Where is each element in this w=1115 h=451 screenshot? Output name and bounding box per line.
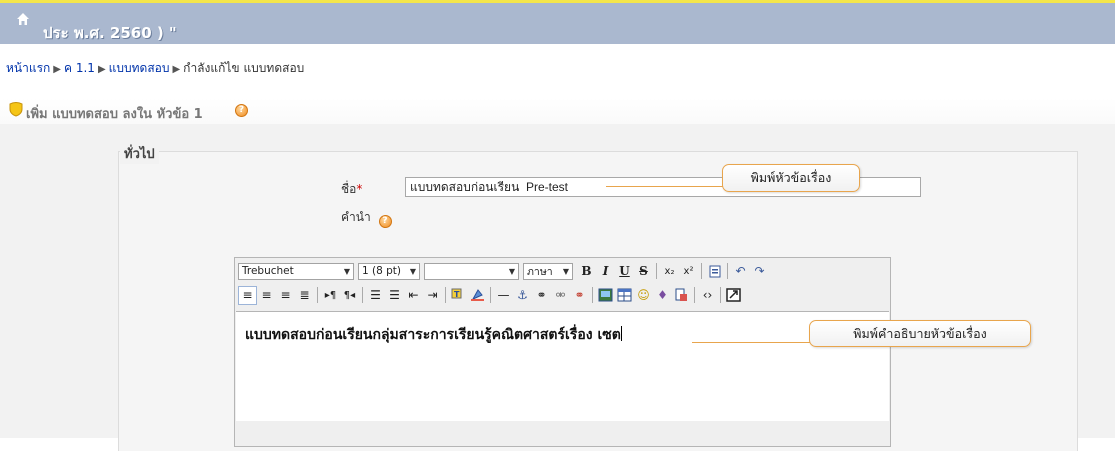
breadcrumb-separator: ▶ [97,64,106,75]
toolbar-divider [727,263,728,279]
font-family-select[interactable]: Trebuchet ▼ [238,262,354,280]
chevron-down-icon: ▼ [562,266,569,276]
editor-content-area[interactable]: แบบทดสอบก่อนเรียนกลุ่มสาระการเรียนรู้คณิ… [236,311,889,421]
help-icon[interactable]: ? [378,215,392,228]
horizontal-rule-icon[interactable]: — [494,286,513,305]
help-icon[interactable]: ? [235,104,248,117]
toolbar-divider [317,287,318,303]
html-source-icon[interactable]: ‹› [698,286,717,305]
chevron-down-icon: ▼ [508,266,515,276]
subscript-icon[interactable]: x₂ [660,262,679,281]
font-size-select[interactable]: 1 (8 pt) ▼ [358,262,420,280]
unordered-list-icon[interactable]: ☰ [385,286,404,305]
breadcrumb-course-link[interactable]: ค 1.1 [64,61,95,75]
chevron-down-icon: ▼ [409,266,416,276]
heading-select[interactable]: ▼ [424,262,519,280]
breadcrumb-current: กำลังแก้ไข แบบทดสอบ [183,61,305,75]
svg-text:T: T [454,290,460,299]
undo-icon[interactable]: ↶ [731,262,750,281]
toolbar-divider [694,287,695,303]
underline-icon[interactable]: U [615,262,634,281]
breadcrumb: หน้าแรก ▶ ค 1.1 ▶ แบบทดสอบ ▶ กำลังแก้ไข แบบทดส… [6,59,304,78]
fullscreen-icon[interactable] [724,286,743,305]
bold-icon[interactable]: B [577,262,596,281]
rtl-icon[interactable]: ¶◂ [340,286,359,305]
required-mark: * [356,182,363,196]
language-value: ภาษา [527,265,553,278]
ordered-list-icon[interactable]: ☰ [366,286,385,305]
site-header: ประ พ.ศ. 2560 ) " [0,0,1115,44]
callout-leader [606,186,723,187]
intro-label-row: คำนำ ? [341,208,392,228]
editor-toolbar-row-2: ≡ ≡ ≡ ≣ ▸¶ ¶◂ ☰ ☰ ⇤ ⇥ T — ⚓ ⚭ ⚮ ⚭ ☺ ♦ ‹› [238,284,743,306]
rich-text-editor: Trebuchet ▼ 1 (8 pt) ▼ ▼ ภาษา ▼ B I U S x₂ … [234,257,891,447]
text-color-icon[interactable]: T [449,286,468,305]
strikethrough-icon[interactable]: S [634,262,653,281]
smiley-icon[interactable]: ☺ [634,286,653,305]
indent-icon[interactable]: ⇥ [423,286,442,305]
insert-image-icon[interactable] [596,286,615,305]
italic-icon[interactable]: I [596,262,615,281]
nolink-icon[interactable]: ⚭ [570,286,589,305]
superscript-icon[interactable]: x² [679,262,698,281]
text-caret [620,326,622,341]
breadcrumb-separator: ▶ [172,64,181,75]
site-title[interactable]: ประ พ.ศ. 2560 ) " [43,21,177,45]
paste-word-icon[interactable] [705,262,724,281]
align-right-icon[interactable]: ≡ [276,286,295,305]
toolbar-divider [701,263,702,279]
section-legend: ทั่วไป [120,143,159,164]
page-title: เพิ่ม แบบทดสอบ ลงใน หัวข้อ 1 [26,107,203,122]
font-size-value: 1 (8 pt) [362,265,402,277]
background-color-icon[interactable] [468,286,487,305]
ltr-icon[interactable]: ▸¶ [321,286,340,305]
anchor-icon[interactable]: ⚓ [513,286,532,305]
intro-hint-callout: พิมพ์คำอธิบายหัวข้อเรื่อง [809,320,1031,347]
unlink-icon[interactable]: ⚮ [551,286,570,305]
font-family-value: Trebuchet [242,265,294,277]
language-select[interactable]: ภาษา ▼ [523,262,573,280]
toolbar-divider [490,287,491,303]
align-justify-icon[interactable]: ≣ [295,286,314,305]
home-icon[interactable] [16,12,30,26]
editor-toolbar-row-1: Trebuchet ▼ 1 (8 pt) ▼ ▼ ภาษา ▼ B I U S x₂ … [238,260,769,282]
name-label-text: ชื่อ [341,182,357,196]
redo-icon[interactable]: ↷ [750,262,769,281]
form-panel: ทั่วไป ชื่อ* คำนำ ? พิมพ์หัวข้อเรื่อง Tr… [0,124,1115,451]
toolbar-divider [656,263,657,279]
page-heading: เพิ่ม แบบทดสอบ ลงใน หัวข้อ 1 ? [0,98,1115,124]
toolbar-divider [720,287,721,303]
breadcrumb-home-link[interactable]: หน้าแรก [6,61,50,75]
chevron-down-icon: ▼ [343,266,350,276]
breadcrumb-separator: ▶ [53,64,61,75]
insert-char-icon[interactable]: ♦ [653,286,672,305]
link-icon[interactable]: ⚭ [532,286,551,305]
align-left-icon[interactable]: ≡ [238,285,257,305]
toolbar-divider [445,287,446,303]
outdent-icon[interactable]: ⇤ [404,286,423,305]
align-center-icon[interactable]: ≡ [257,286,276,305]
editor-content-text: แบบทดสอบก่อนเรียนกลุ่มสาระการเรียนรู้คณิ… [245,327,621,343]
breadcrumb-quiz-link[interactable]: แบบทดสอบ [109,61,170,75]
toolbar-divider [592,287,593,303]
name-hint-callout: พิมพ์หัวข้อเรื่อง [722,164,860,192]
intro-label: คำนำ [341,210,371,224]
callout-leader [692,342,810,343]
name-label: ชื่อ* [341,180,362,199]
toolbar-divider [362,287,363,303]
editor-content[interactable]: แบบทดสอบก่อนเรียนกลุ่มสาระการเรียนรู้คณิ… [245,324,622,346]
insert-table-icon[interactable] [615,286,634,305]
shield-icon [9,102,23,117]
search-replace-icon[interactable] [672,286,691,305]
